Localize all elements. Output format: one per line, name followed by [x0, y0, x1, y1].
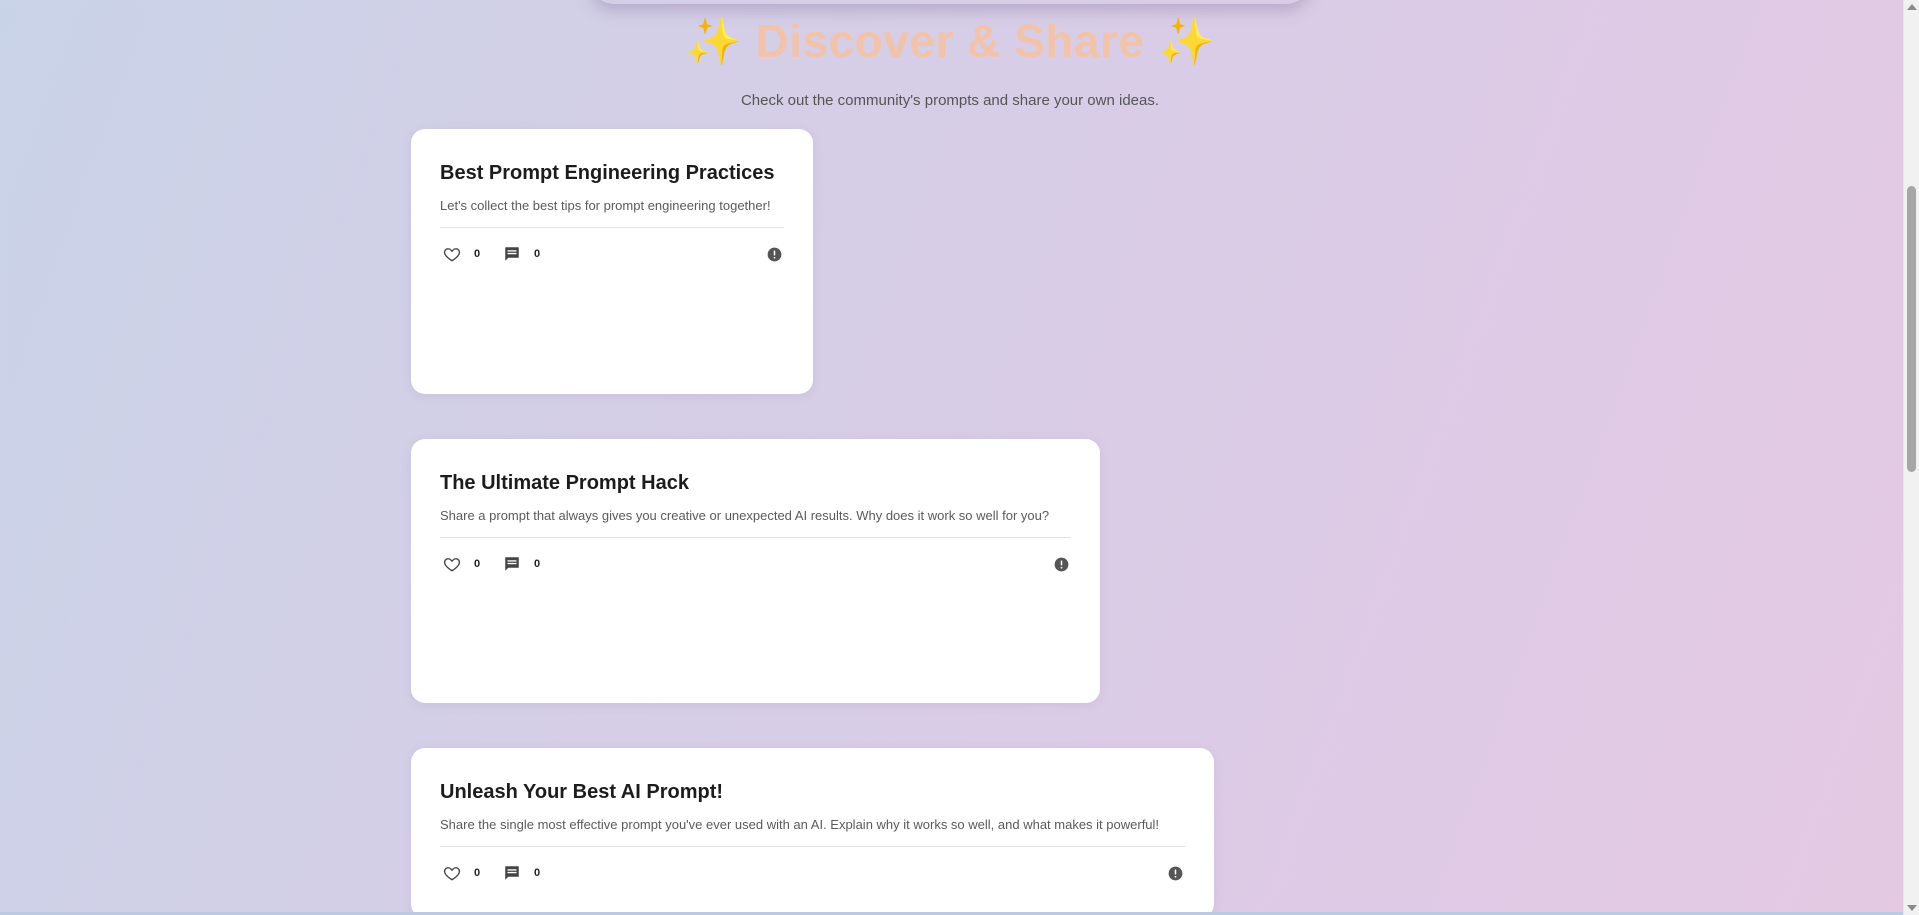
comment-icon — [505, 247, 519, 261]
vertical-scrollbar[interactable] — [1903, 0, 1919, 915]
card-actions: 0 0 — [440, 552, 1071, 576]
page-title: ✨ Discover & Share ✨ — [0, 14, 1900, 69]
page-subtitle: Check out the community's prompts and sh… — [740, 92, 1160, 109]
page-title-text: Discover & Share — [755, 15, 1145, 67]
card-description: Share a prompt that always gives you cre… — [440, 508, 1071, 538]
card-actions: 0 0 — [440, 861, 1185, 885]
like-count: 0 — [474, 867, 481, 879]
prompt-card[interactable]: Unleash Your Best AI Prompt! Share the s… — [411, 748, 1214, 915]
card-description: Let's collect the best tips for prompt e… — [440, 198, 784, 228]
card-actions: 0 0 — [440, 242, 784, 266]
page: ✨ Discover & Share ✨ Check out the commu… — [0, 0, 1903, 915]
comment-count: 0 — [534, 248, 541, 260]
comment-button[interactable] — [500, 242, 524, 266]
card-title[interactable]: Best Prompt Engineering Practices — [440, 162, 784, 185]
card-title[interactable]: Unleash Your Best AI Prompt! — [440, 781, 1185, 804]
comment-button[interactable] — [500, 552, 524, 576]
card-title[interactable]: The Ultimate Prompt Hack — [440, 472, 1071, 495]
card-description: Share the single most effective prompt y… — [440, 817, 1185, 847]
report-button[interactable] — [1165, 863, 1185, 883]
sparkle-right-icon: ✨ — [1157, 15, 1216, 67]
alert-circle-icon — [1168, 866, 1182, 880]
comment-button[interactable] — [500, 861, 524, 885]
scroll-up-arrow-icon[interactable] — [1907, 4, 1917, 10]
alert-circle-icon — [1054, 557, 1068, 571]
scroll-down-arrow-icon[interactable] — [1907, 905, 1917, 911]
comment-count: 0 — [534, 558, 541, 570]
comment-icon — [505, 866, 519, 880]
like-count: 0 — [474, 558, 481, 570]
comment-icon — [505, 557, 519, 571]
alert-circle-icon — [767, 247, 781, 261]
like-button[interactable] — [440, 861, 464, 885]
like-button[interactable] — [440, 552, 464, 576]
prompt-card[interactable]: Best Prompt Engineering Practices Let's … — [411, 129, 813, 394]
report-button[interactable] — [764, 244, 784, 264]
heart-outline-icon — [443, 867, 461, 881]
comment-count: 0 — [534, 867, 541, 879]
like-button[interactable] — [440, 242, 464, 266]
heart-outline-icon — [443, 248, 461, 262]
prompt-card[interactable]: The Ultimate Prompt Hack Share a prompt … — [411, 439, 1100, 703]
scrollbar-thumb[interactable] — [1907, 186, 1916, 472]
sparkle-left-icon: ✨ — [684, 15, 743, 67]
like-count: 0 — [474, 248, 481, 260]
heart-outline-icon — [443, 558, 461, 572]
report-button[interactable] — [1051, 554, 1071, 574]
